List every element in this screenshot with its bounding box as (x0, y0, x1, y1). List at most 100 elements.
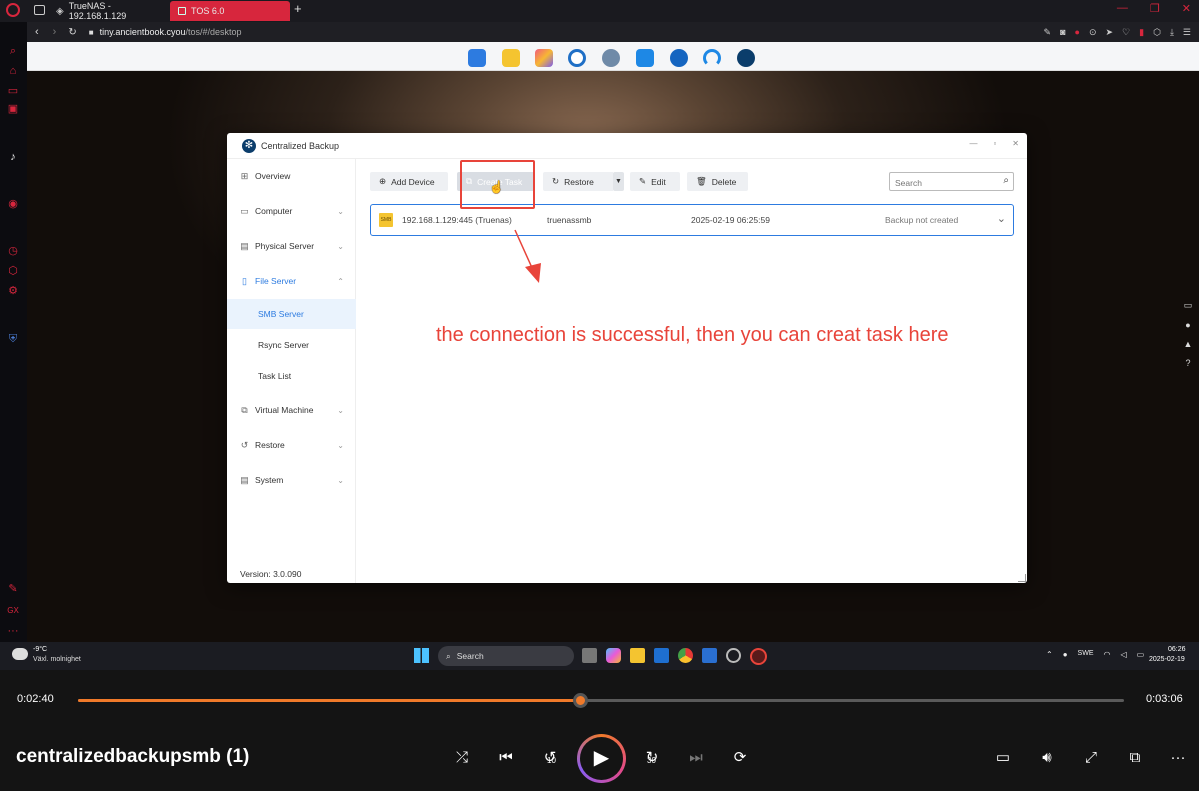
tab-list-icon[interactable] (34, 5, 45, 15)
clock-time[interactable]: 06:26 (1168, 646, 1186, 653)
tab-tos[interactable]: TOS 6.0 (170, 1, 290, 21)
expand-chevron-icon[interactable]: ⌄ (997, 212, 1006, 225)
nav-restore[interactable]: ↺ Restore ⌄ (227, 430, 356, 460)
cube-icon[interactable]: ⬡ (6, 264, 20, 278)
headset-icon[interactable] (703, 49, 721, 67)
nav-overview[interactable]: ⊞ Overview (227, 161, 356, 191)
security-icon[interactable] (670, 49, 688, 67)
language-indicator[interactable]: SWE (1078, 650, 1094, 659)
forward-icon[interactable]: › (53, 26, 57, 38)
seek-thumb[interactable] (572, 693, 588, 708)
search-icon[interactable]: ⌕ (1003, 175, 1009, 186)
delete-button[interactable]: 🗑 Delete (687, 172, 748, 191)
tiktok-icon[interactable]: ♪ (6, 150, 20, 164)
taskbar-search[interactable]: ⌕ Search (438, 646, 574, 666)
skip-back-button[interactable]: ↺ 10 (538, 746, 562, 770)
settings-icon[interactable]: ⚙ (6, 284, 20, 298)
url-field[interactable]: tiny.ancientbook.cyou/tos/#/desktop (100, 27, 242, 37)
music-icon[interactable]: ▣ (6, 102, 20, 116)
nav-file-server[interactable]: ▯ File Server ⌃ (227, 266, 356, 296)
history-icon[interactable]: ◷ (6, 244, 20, 258)
close-icon[interactable]: ✕ (1182, 2, 1191, 15)
menu-icon[interactable]: ☰ (1183, 27, 1191, 38)
weather-icon[interactable] (12, 648, 28, 660)
outlook-icon[interactable] (654, 648, 669, 663)
minimize-icon[interactable]: — (1117, 2, 1128, 15)
opera-gx-icon[interactable] (750, 648, 767, 665)
app-grid-icon[interactable] (468, 49, 486, 67)
maximize-window-icon[interactable]: ▫ (993, 139, 996, 148)
shuffle-icon[interactable]: ⤮ (450, 746, 474, 770)
restore-dropdown-button[interactable]: ▼ (613, 172, 624, 191)
copilot-icon[interactable] (606, 648, 621, 663)
volume-icon[interactable]: ◁ (1120, 650, 1126, 659)
search-input[interactable] (890, 174, 990, 192)
resize-grip-icon[interactable] (1018, 574, 1026, 582)
pin-icon[interactable]: ✎ (6, 582, 20, 596)
add-device-button[interactable]: ⊕ Add Device (370, 172, 448, 191)
bitwarden-icon[interactable]: ⛨ (6, 332, 20, 346)
taskview-icon[interactable] (582, 648, 597, 663)
heart-icon[interactable]: ♡ (1122, 27, 1130, 38)
back-icon[interactable]: ‹ (35, 26, 39, 38)
close-window-icon[interactable]: ✕ (1012, 139, 1019, 148)
nav-system[interactable]: ▤ System ⌄ (227, 465, 356, 495)
nav-computer[interactable]: ▭ Computer ⌄ (227, 196, 356, 226)
player-icon[interactable]: ◉ (6, 197, 20, 211)
aria-icon[interactable]: ⌕ (6, 44, 20, 58)
recorder-icon[interactable] (726, 648, 741, 663)
restore-button[interactable]: ↻ Restore (543, 172, 613, 191)
clock-icon[interactable] (568, 49, 586, 67)
nav-physical-server[interactable]: ▤ Physical Server ⌄ (227, 231, 356, 261)
shopping-icon[interactable]: ⌂ (6, 64, 20, 78)
nav-virtual-machine[interactable]: ⧉ Virtual Machine ⌄ (227, 395, 356, 425)
subtitles-icon[interactable]: ▭ (991, 746, 1015, 770)
repeat-icon[interactable]: ⟳ (728, 746, 752, 770)
extensions-icon[interactable]: ⬡ (1153, 27, 1161, 38)
reload-icon[interactable]: ↻ (68, 27, 76, 38)
settings-gear-icon[interactable] (602, 49, 620, 67)
more-icon[interactable]: ··· (6, 624, 20, 638)
download-icon[interactable]: ⤓ (1170, 27, 1174, 38)
wallet-icon[interactable]: ▮ (1139, 27, 1144, 38)
mail-icon[interactable] (636, 49, 654, 67)
previous-icon[interactable]: ⏮ (494, 746, 518, 770)
wifi-icon[interactable]: ◠ (1104, 650, 1111, 659)
battery-icon[interactable]: ▭ (1137, 650, 1145, 659)
photos-icon[interactable] (535, 49, 553, 67)
volume-icon[interactable]: 🔊︎ (1035, 746, 1059, 770)
start-icon[interactable] (414, 648, 429, 663)
skip-forward-button[interactable]: ↻ 30 (640, 746, 664, 770)
nav-task-list[interactable]: Task List (227, 361, 356, 391)
help-icon[interactable]: ? (1181, 358, 1195, 368)
nav-rsync-server[interactable]: Rsync Server (227, 330, 356, 360)
search-box[interactable]: ⌕ (889, 172, 1014, 192)
camera-icon[interactable]: ◙ (1060, 27, 1065, 38)
restore-window-icon[interactable]: ❐ (1150, 2, 1160, 15)
bell-icon[interactable]: ▲ (1181, 339, 1195, 349)
nav-smb-server[interactable]: SMB Server (227, 299, 356, 329)
adblock-icon[interactable]: ● (1075, 27, 1080, 38)
next-icon[interactable]: ⏭ (684, 746, 708, 770)
photos-app-icon[interactable] (702, 648, 717, 663)
edit-icon[interactable]: ✎ (1044, 27, 1052, 38)
opera-logo-icon[interactable] (6, 3, 20, 17)
chrome-icon[interactable] (678, 648, 693, 663)
messenger-icon[interactable]: ▭ (6, 84, 20, 98)
monitor-widget-icon[interactable]: ▭ (1181, 300, 1195, 311)
backup-icon[interactable] (737, 49, 755, 67)
folder-icon[interactable] (502, 49, 520, 67)
vpn-icon[interactable]: ⊙ (1089, 27, 1097, 38)
fullscreen-icon[interactable]: ⤢ (1079, 746, 1103, 770)
clock-date[interactable]: 2025-02-19 (1149, 656, 1185, 663)
tray-chevron-icon[interactable]: ⌃ (1046, 650, 1053, 659)
send-icon[interactable]: ➤ (1106, 27, 1114, 38)
explorer-icon[interactable] (630, 648, 645, 663)
play-button[interactable]: ▶ (577, 734, 626, 783)
chat-widget-icon[interactable]: ● (1181, 320, 1195, 330)
minimize-window-icon[interactable]: — (969, 139, 977, 148)
edit-button[interactable]: ✎ Edit (630, 172, 680, 191)
gx-icon[interactable]: GX (6, 604, 20, 618)
miniplayer-icon[interactable]: ⧉ (1123, 746, 1147, 770)
tab-truenas[interactable]: ◈ TrueNAS - 192.168.1.129 (48, 1, 168, 21)
